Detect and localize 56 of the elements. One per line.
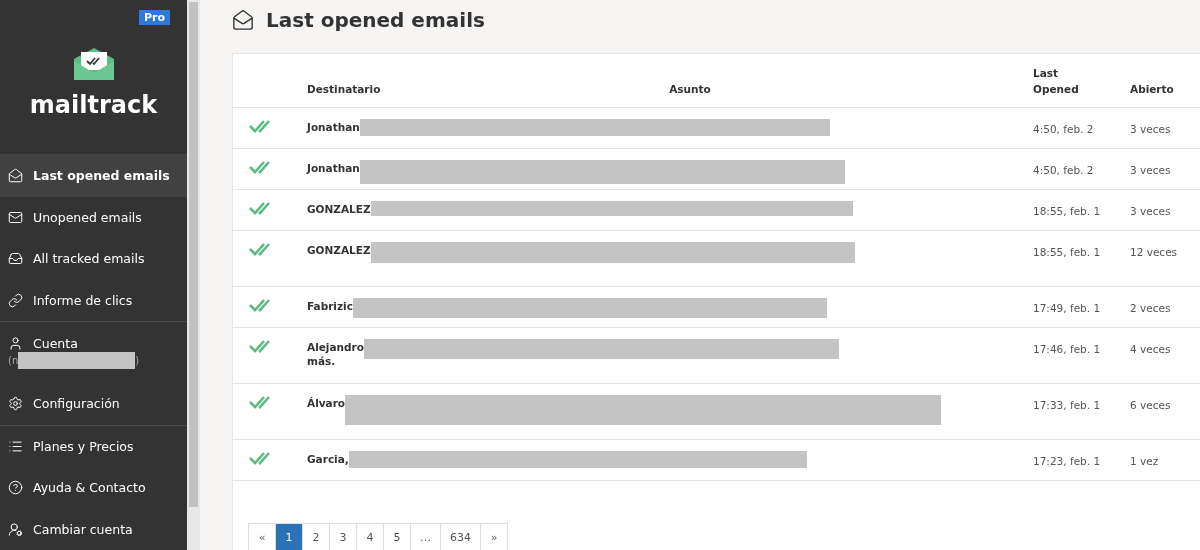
open-count: 4 veces [1130,342,1171,357]
account-suffix: ) [135,355,140,366]
account-prefix: (n [8,355,19,366]
open-count: 12 veces [1130,245,1178,260]
recipient-name: más. [307,355,337,367]
nav-item[interactable]: Planes y Precios [0,425,187,468]
last-opened-time: 4:50, feb. 2 [1033,163,1094,178]
last-opened-time: 17:46, feb. 1 [1033,342,1101,357]
last-opened-time: 17:23, feb. 1 [1033,454,1101,469]
envelope-open-icon [8,168,23,184]
pro-badge: Pro [138,10,170,25]
logo-icon [72,47,115,81]
last-opened-time: 17:33, feb. 1 [1033,398,1101,413]
column-header: Destinatario [307,83,381,95]
column-header: Asunto [669,82,711,97]
recipient-name: Garcia, [307,453,349,465]
recipient-name: Jonathan [307,162,360,174]
help-icon [8,480,23,496]
recipient-name: Fabrizic [307,300,353,312]
logo-wordmark: mailtrack [29,91,158,119]
page-button[interactable]: « [248,523,276,550]
recipient-name: GONZALEZ [307,244,371,256]
open-count: 3 veces [1130,122,1171,137]
open-count: 2 veces [1130,301,1171,316]
envelope-icon [8,209,23,225]
settings-icon [8,396,23,412]
column-header: Last Opened [1033,66,1080,97]
envelope-open-icon [232,9,254,31]
nav-item[interactable]: Last opened emails [0,155,187,197]
open-count: 3 veces [1130,204,1171,219]
last-opened-time: 17:49, feb. 1 [1033,301,1101,316]
open-count: 6 veces [1130,398,1171,413]
recipient-name: GONZALEZ [307,203,371,215]
nav-item[interactable]: Cambiar cuenta [0,508,187,550]
open-count: 1 vez [1130,454,1159,469]
recipient-name: Álvaro [307,397,346,409]
list-icon [8,438,23,454]
recipient-name: Jonathan [307,121,360,133]
nav-item[interactable]: Unopened emails [0,196,187,238]
inbox-icon [8,251,23,267]
recipient-name: Alejandro [307,341,364,353]
nav-item[interactable]: Cuenta (n ) [0,321,187,384]
nav-item[interactable]: Ayuda & Contacto [0,467,187,509]
link-icon [8,292,23,308]
last-opened-time: 18:55, feb. 1 [1033,204,1101,219]
user-gear-icon [8,521,23,537]
page-title: Last opened emails [266,8,485,32]
nav-item[interactable]: All tracked emails [0,237,187,280]
page-button[interactable]: » [480,523,508,550]
open-count: 3 veces [1130,163,1171,178]
last-opened-time: 4:50, feb. 2 [1033,122,1094,137]
last-opened-time: 18:55, feb. 1 [1033,245,1101,260]
page-button[interactable]: 1 [275,523,303,550]
user-icon [8,336,23,351]
scrollbar-thumb[interactable] [189,2,198,507]
column-header: Abierto [1130,83,1174,95]
